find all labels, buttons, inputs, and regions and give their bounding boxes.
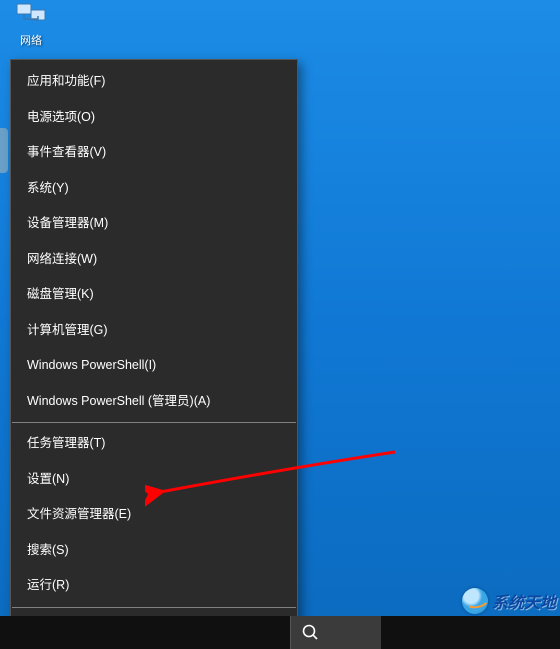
menu-power-options[interactable]: 电源选项(O) (11, 100, 297, 136)
desktop-icon-partial (0, 128, 8, 173)
menu-separator (12, 607, 296, 608)
desktop-icon-label: 网络 (6, 32, 56, 48)
menu-powershell-admin[interactable]: Windows PowerShell (管理员)(A) (11, 384, 297, 420)
menu-network-connections[interactable]: 网络连接(W) (11, 242, 297, 278)
search-icon (301, 623, 319, 641)
menu-computer-management[interactable]: 计算机管理(G) (11, 313, 297, 349)
menu-run[interactable]: 运行(R) (11, 568, 297, 604)
menu-event-viewer[interactable]: 事件查看器(V) (11, 135, 297, 171)
watermark-text: 系统天地 (492, 589, 556, 613)
watermark: 系统天地 (462, 588, 556, 614)
menu-file-explorer[interactable]: 文件资源管理器(E) (11, 497, 297, 533)
desktop: 网络 应用和功能(F) 电源选项(O) 事件查看器(V) 系统(Y) 设备管理器… (0, 0, 560, 649)
menu-separator (12, 422, 296, 423)
network-icon (14, 0, 48, 30)
menu-powershell[interactable]: Windows PowerShell(I) (11, 348, 297, 384)
menu-disk-management[interactable]: 磁盘管理(K) (11, 277, 297, 313)
menu-apps-features[interactable]: 应用和功能(F) (11, 64, 297, 100)
desktop-icon-network[interactable]: 网络 (6, 0, 56, 48)
menu-search[interactable]: 搜索(S) (11, 533, 297, 569)
menu-system[interactable]: 系统(Y) (11, 171, 297, 207)
globe-icon (462, 588, 488, 614)
menu-device-manager[interactable]: 设备管理器(M) (11, 206, 297, 242)
taskbar (0, 616, 560, 649)
taskbar-search[interactable] (290, 616, 381, 649)
menu-settings[interactable]: 设置(N) (11, 462, 297, 498)
menu-task-manager[interactable]: 任务管理器(T) (11, 426, 297, 462)
winx-context-menu: 应用和功能(F) 电源选项(O) 事件查看器(V) 系统(Y) 设备管理器(M)… (10, 59, 298, 649)
